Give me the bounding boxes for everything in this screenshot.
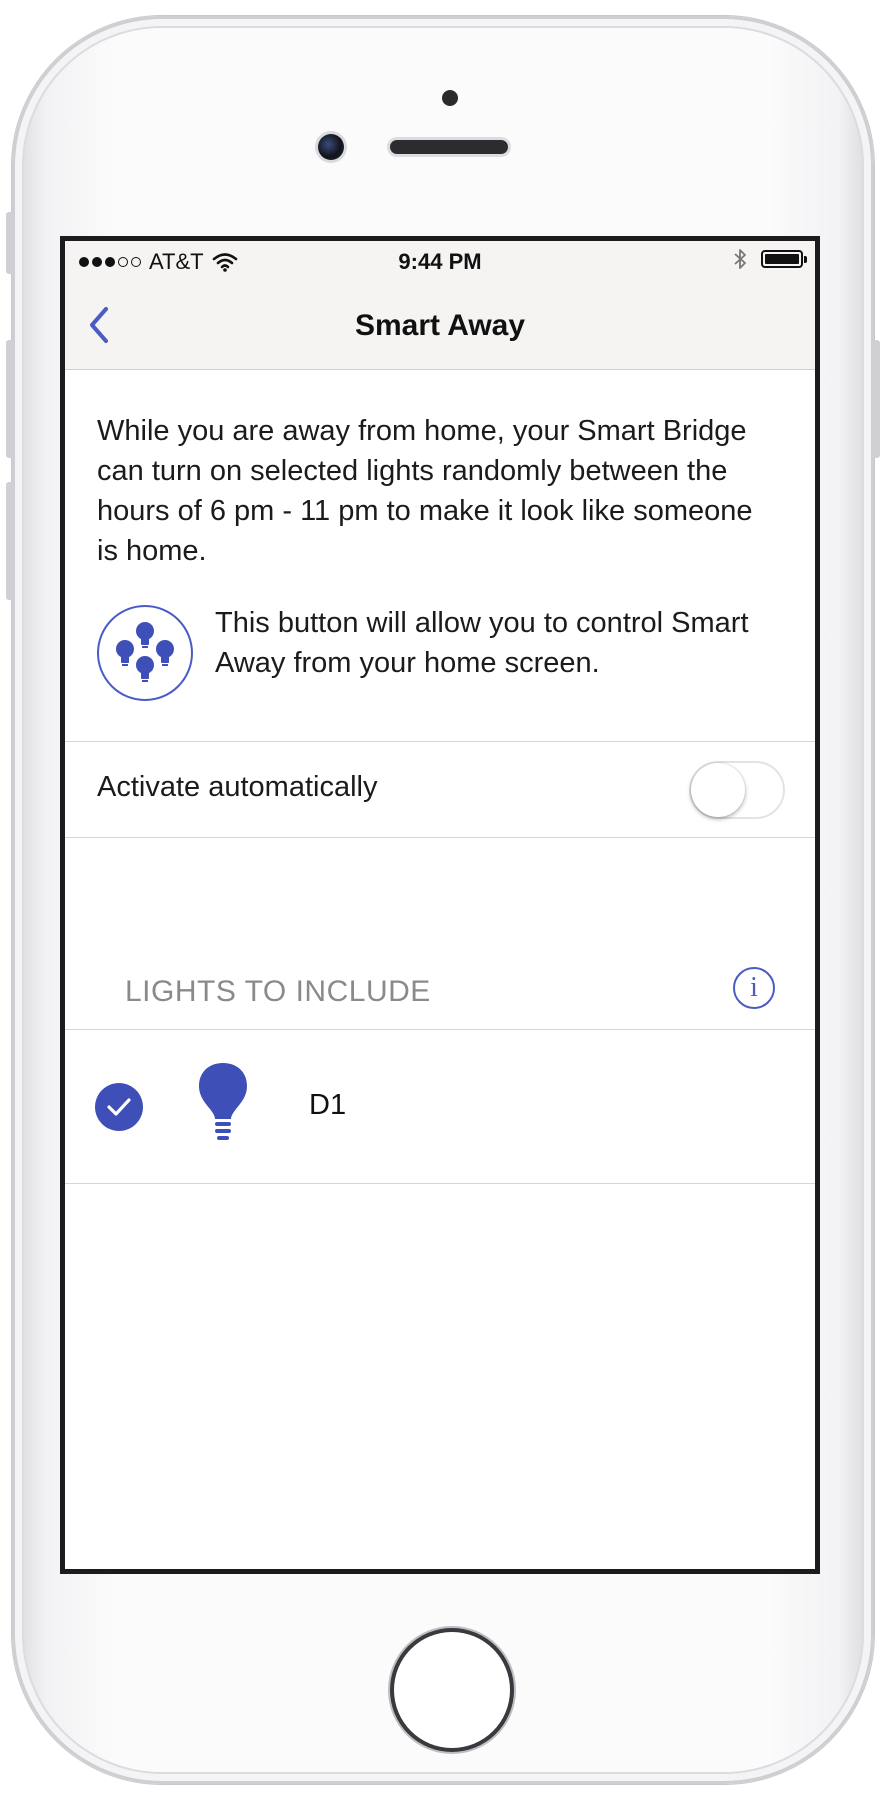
- light-name: D1: [309, 1089, 347, 1121]
- page-title: Smart Away: [354, 309, 526, 342]
- smart-away-widget-icon: [97, 605, 193, 701]
- lightbulb-icon: [195, 1061, 251, 1148]
- mute-switch: [6, 212, 14, 274]
- activate-automatically-toggle[interactable]: [689, 761, 785, 819]
- front-camera: [318, 134, 344, 160]
- checkmark-icon[interactable]: [95, 1083, 143, 1131]
- battery-icon: [761, 250, 807, 268]
- widget-description: This button will allow you to control Sm…: [215, 607, 749, 679]
- home-button[interactable]: [394, 1632, 510, 1748]
- activate-automatically-row: Activate automatically: [65, 741, 815, 837]
- divider: [65, 1183, 815, 1184]
- navigation-bar: Smart Away: [65, 283, 815, 369]
- divider: [65, 837, 815, 838]
- section-title: LIGHTS TO INCLUDE: [125, 975, 431, 1008]
- activate-automatically-label: Activate automatically: [97, 771, 378, 803]
- bluetooth-icon: [734, 249, 746, 269]
- power-button: [872, 340, 880, 458]
- smart-away-description: While you are away from home, your Smart…: [97, 415, 753, 567]
- status-time: 9:44 PM: [398, 249, 482, 274]
- proximity-sensor: [442, 90, 458, 106]
- status-right: [733, 247, 807, 271]
- earpiece-speaker: [390, 140, 508, 154]
- app-screen: AT&T 9:44 PM Smart Away While you are aw…: [60, 236, 820, 1574]
- device-frame: AT&T 9:44 PM Smart Away While you are aw…: [0, 0, 886, 1794]
- info-icon: i: [750, 972, 758, 1003]
- widget-info-row: This button will allow you to control Sm…: [97, 605, 787, 725]
- status-bar: AT&T 9:44 PM: [65, 241, 815, 281]
- toggle-knob: [691, 763, 745, 817]
- bulbs-icon: [116, 622, 174, 682]
- volume-down-button: [6, 482, 14, 600]
- lights-section-header: LIGHTS TO INCLUDE i: [65, 959, 815, 1031]
- top-bar: AT&T 9:44 PM Smart Away: [65, 241, 815, 370]
- info-button[interactable]: i: [733, 967, 775, 1009]
- volume-up-button: [6, 340, 14, 458]
- light-row-d1[interactable]: D1: [65, 1029, 815, 1183]
